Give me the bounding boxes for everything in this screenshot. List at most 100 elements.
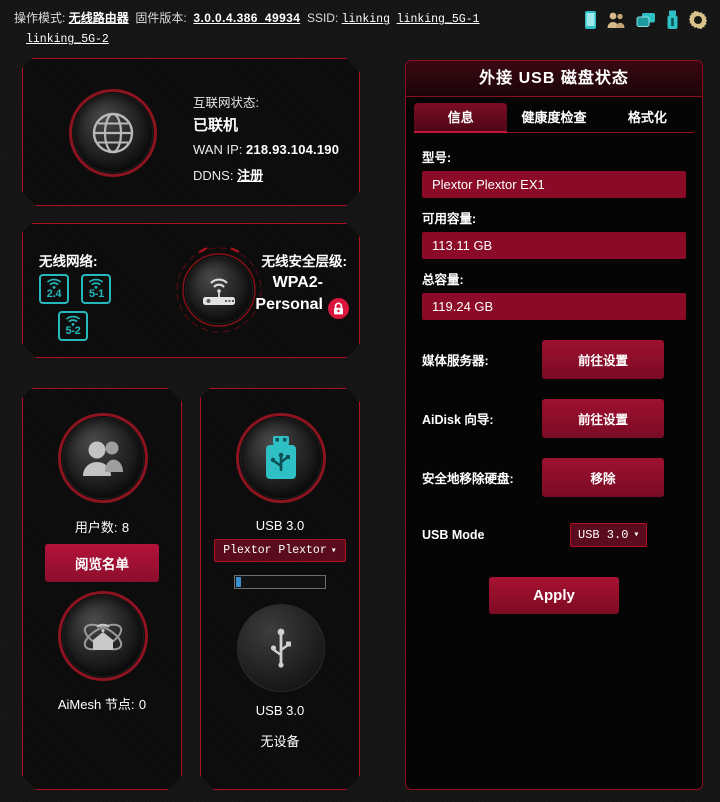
usb-mode-label: USB Mode — [422, 528, 485, 542]
top-bar-line-2: linking_5G-2 — [14, 29, 720, 49]
internet-status-text: 互联网状态: 已联机 WAN IP: 218.93.104.190 DDNS: … — [193, 92, 339, 184]
available-capacity-value: 113.11 GB — [422, 232, 686, 259]
disk-info-body: 型号: Plextor Plextor EX1 可用容量: 113.11 GB … — [406, 133, 702, 614]
wireless-status-panel: 无线网络: 无线安全层级: 2.4 5-1 5-2 WPA2-Personal — [22, 223, 360, 358]
ssid-label: SSID: — [306, 11, 339, 25]
usb-icon[interactable] — [666, 10, 679, 30]
ssid-2[interactable]: linking_5G-1 — [397, 13, 480, 26]
total-capacity-value: 119.24 GB — [422, 293, 686, 320]
top-status-bar: 操作模式: 无线路由器 固件版本: 3.0.0.4.386_49934 SSID… — [0, 0, 720, 48]
ddns-label: DDNS: — [193, 168, 234, 183]
wan-ip-row: WAN IP: 218.93.104.190 — [193, 142, 339, 157]
total-capacity-label: 总容量: — [422, 273, 464, 287]
media-server-goto-button[interactable]: 前往设置 — [542, 340, 664, 379]
usb-port-2-empty: 无设备 — [201, 731, 359, 751]
aidisk-wizard-label: AiDisk 向导: — [422, 413, 494, 427]
left-dashboard-column: 互联网状态: 已联机 WAN IP: 218.93.104.190 DDNS: … — [22, 58, 360, 790]
internet-status-value: 已联机 — [193, 117, 239, 134]
safely-remove-button[interactable]: 移除 — [542, 458, 664, 497]
internet-status-label: 互联网状态: — [193, 96, 259, 110]
op-mode-value[interactable]: 无线路由器 — [69, 11, 129, 25]
aimesh-label: AiMesh 节点: — [57, 697, 135, 712]
ssid-1[interactable]: linking — [342, 13, 390, 26]
page-title: 外接 USB 磁盘状态 — [406, 61, 702, 97]
usb-device-select-value: Plextor Plextor — [223, 544, 327, 557]
firmware-label: 固件版本: — [135, 11, 187, 25]
aidisk-wizard-goto-button[interactable]: 前往设置 — [542, 399, 664, 438]
usb-mode-select[interactable]: USB 3.0 ▾ — [570, 523, 648, 547]
usb-port-2-orb — [237, 604, 325, 692]
wifi-signal-icon — [66, 315, 81, 329]
firmware-value[interactable]: 3.0.0.4.386_49934 — [193, 11, 300, 25]
model-value: Plextor Plextor EX1 — [422, 171, 686, 198]
usb-port-1-title-text: USB 3.0 — [255, 518, 305, 533]
usb-port-1-usage-bar — [201, 575, 359, 589]
view-client-list-row: 阅览名单 — [23, 544, 181, 582]
tab-health-check[interactable]: 健康度检查 — [507, 103, 601, 133]
usb-mode-row: USB Mode USB 3.0 ▾ — [422, 523, 686, 547]
media-server-row: 媒体服务器: 前往设置 — [422, 340, 686, 379]
chevron-down-icon: ▾ — [330, 545, 337, 557]
usage-bar-fill — [236, 577, 241, 587]
wan-ip-label: WAN IP: — [193, 142, 243, 157]
wifi-signal-icon — [47, 278, 62, 292]
aimesh-node-icon — [63, 596, 143, 676]
settings-gear-icon[interactable] — [688, 10, 708, 30]
ddns-row: DDNS: 注册 — [193, 165, 339, 184]
safely-remove-label: 安全地移除硬盘: — [422, 472, 514, 486]
clients-orb — [56, 411, 150, 505]
users-icon — [63, 418, 143, 498]
tab-info[interactable]: 信息 — [414, 103, 508, 133]
wireless-security-label: 无线安全层级: — [261, 254, 347, 269]
usage-bar-track — [234, 575, 326, 589]
safely-remove-row: 安全地移除硬盘: 移除 — [422, 458, 686, 497]
usb-drive-icon — [241, 418, 321, 498]
wan-ip-value: 218.93.104.190 — [245, 142, 340, 157]
wireless-security-value: WPA2-Personal — [255, 274, 323, 313]
aimesh-value: 0 — [138, 697, 147, 712]
top-bar-icon-group — [584, 10, 708, 30]
ddns-register-link[interactable]: 注册 — [237, 168, 263, 183]
globe-orb — [67, 87, 159, 179]
usb-port-2-title: USB 3.0 — [201, 702, 359, 720]
internet-status-panel: 互联网状态: 已联机 WAN IP: 218.93.104.190 DDNS: … — [22, 58, 360, 206]
aimesh-count-row: AiMesh 节点: 0 — [23, 694, 181, 714]
usb-port-1-device-row: Plextor Plextor ▾ — [201, 539, 359, 562]
wifi-signal-icon — [89, 278, 104, 292]
wireless-network-label: 无线网络: — [39, 254, 98, 269]
band-badge-5g2[interactable]: 5-2 — [58, 311, 88, 341]
tab-format[interactable]: 格式化 — [600, 103, 694, 133]
model-label: 型号: — [422, 151, 452, 165]
apply-button[interactable]: Apply — [489, 577, 619, 614]
ssid-3[interactable]: linking_5G-2 — [26, 33, 109, 46]
view-client-list-button[interactable]: 阅览名单 — [45, 544, 159, 582]
media-server-label: 媒体服务器: — [422, 354, 489, 368]
apply-row: Apply — [422, 577, 686, 614]
clients-panel: 用户数: 8 阅览名单 AiMesh 节点: 0 — [22, 388, 182, 790]
clients-count-value: 8 — [121, 520, 130, 535]
band-badge-5g1[interactable]: 5-1 — [81, 274, 111, 304]
usb-mode-select-value: USB 3.0 — [578, 528, 629, 542]
globe-icon — [74, 94, 152, 172]
usb-disk-status-panel: 外接 USB 磁盘状态 信息 健康度检查 格式化 型号: Plextor Ple… — [405, 60, 703, 790]
usb-port-1-title: USB 3.0 — [201, 517, 359, 535]
usb-empty-icon — [237, 604, 325, 692]
usb-port-1-orb — [234, 411, 328, 505]
usb-device-select[interactable]: Plextor Plextor ▾ — [214, 539, 346, 562]
lock-icon — [328, 298, 349, 319]
aidisk-wizard-row: AiDisk 向导: 前往设置 — [422, 399, 686, 438]
aimesh-orb — [56, 589, 150, 683]
usb-ports-panel: USB 3.0 Plextor Plextor ▾ USB 3.0 无设备 — [200, 388, 360, 790]
available-capacity-label: 可用容量: — [422, 212, 477, 226]
band-badge-group: 2.4 5-1 5-2 — [39, 274, 149, 341]
disk-tabs: 信息 健康度检查 格式化 — [414, 103, 694, 133]
chevron-down-icon: ▾ — [633, 530, 640, 541]
usb-port-2-empty-text: 无设备 — [260, 734, 300, 749]
clients-icon[interactable] — [606, 10, 626, 30]
network-map-icon[interactable] — [635, 10, 657, 30]
clients-count-label: 用户数: — [74, 520, 118, 535]
mobile-icon[interactable] — [584, 10, 597, 30]
band-badge-2g[interactable]: 2.4 — [39, 274, 69, 304]
usb-port-2-title-text: USB 3.0 — [255, 703, 305, 718]
op-mode-label: 操作模式: — [14, 11, 66, 25]
